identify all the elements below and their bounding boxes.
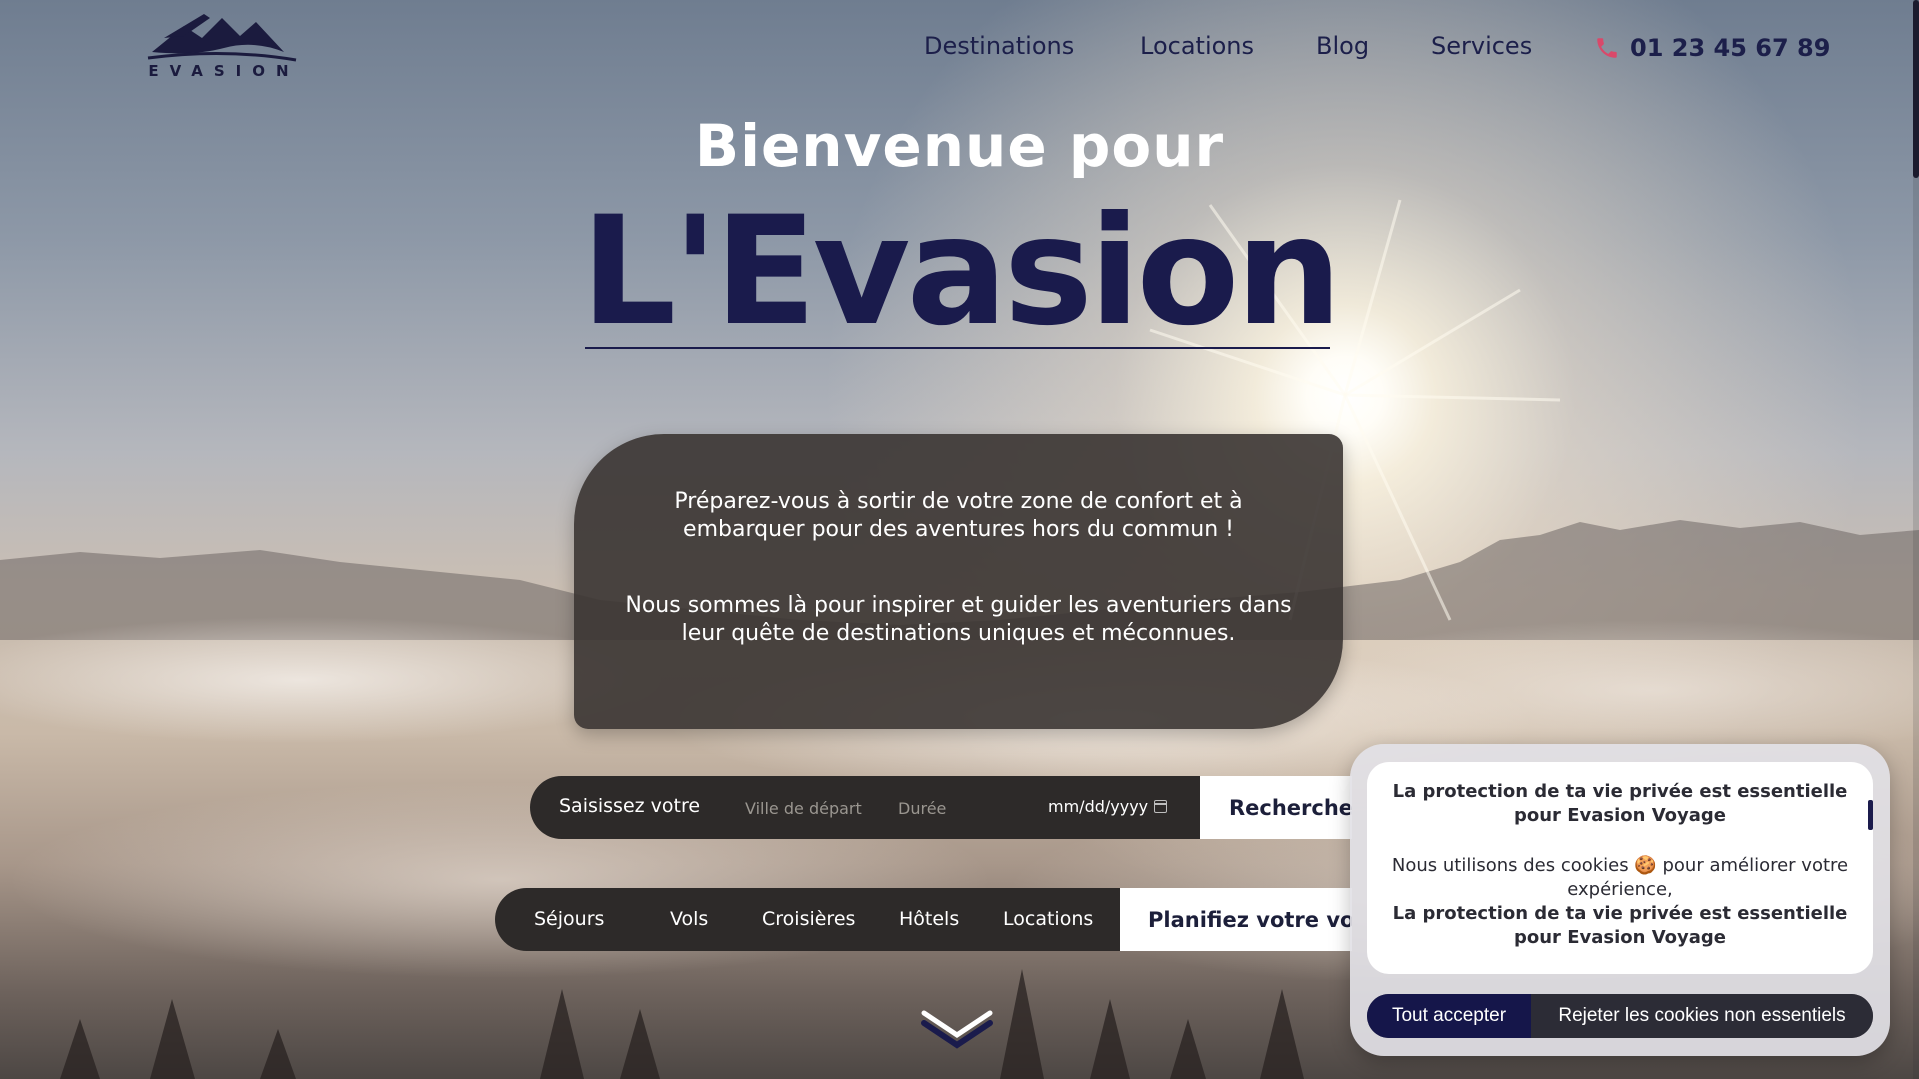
phone-icon — [1597, 38, 1617, 58]
cookie-banner: La protection de ta vie privée est essen… — [1350, 744, 1890, 1056]
logo-wordmark: EVASION — [148, 62, 300, 80]
category-hotels[interactable]: Hôtels — [899, 908, 959, 930]
duration-input[interactable] — [898, 790, 1028, 826]
nav-services[interactable]: Services — [1431, 32, 1532, 60]
intro-paragraph: Nous sommes là pour inspirer et guider l… — [625, 593, 1292, 646]
cookie-title-repeat: La protection de ta vie privée est essen… — [1392, 903, 1848, 948]
accept-all-button[interactable]: Tout accepter — [1367, 994, 1531, 1038]
plan-trip-button[interactable]: Planifiez votre voy — [1120, 888, 1352, 951]
nav-blog[interactable]: Blog — [1316, 32, 1369, 60]
cookie-scroll-thumb[interactable] — [1868, 800, 1873, 830]
evasion-logo[interactable]: EVASION — [144, 8, 304, 84]
hero-title-underline — [585, 347, 1330, 349]
hero-subtitle: Bienvenue pour — [694, 112, 1225, 180]
intro-card: Préparez-vous à sortir de votre zone de … — [574, 434, 1343, 729]
cookie-title: La protection de ta vie privée est essen… — [1392, 781, 1848, 826]
hero-title: L'Evasion — [580, 185, 1343, 359]
category-vols[interactable]: Vols — [670, 908, 708, 930]
category-locations[interactable]: Locations — [1003, 908, 1093, 930]
phone-number: 01 23 45 67 89 — [1630, 34, 1831, 62]
phone-contact[interactable]: 01 23 45 67 89 — [1594, 34, 1830, 62]
cookie-actions: Tout accepter Rejeter les cookies non es… — [1367, 994, 1873, 1038]
cookie-body: Nous utilisons des cookies 🍪 pour amélio… — [1391, 855, 1849, 900]
search-button[interactable]: Recherche — [1200, 776, 1352, 839]
nav-locations[interactable]: Locations — [1140, 32, 1254, 60]
category-sejours[interactable]: Séjours — [534, 908, 604, 930]
category-croisieres[interactable]: Croisières — [762, 908, 855, 930]
nav-destinations[interactable]: Destinations — [924, 32, 1074, 60]
intro-paragraph: Préparez-vous à sortir de votre zone de … — [674, 489, 1243, 542]
mountain-plane-icon — [147, 14, 297, 62]
search-label: Saisissez votre — [559, 795, 701, 817]
calendar-icon[interactable] — [1154, 800, 1168, 813]
scroll-down-chevron-icon[interactable] — [918, 1005, 996, 1051]
cookie-message: La protection de ta vie privée est essen… — [1367, 762, 1873, 974]
departure-city-input[interactable] — [745, 790, 895, 826]
reject-nonessential-button[interactable]: Rejeter les cookies non essentiels — [1531, 994, 1873, 1038]
date-input[interactable]: mm/dd/yyyy — [1048, 797, 1168, 816]
date-value: mm/dd/yyyy — [1048, 797, 1149, 816]
